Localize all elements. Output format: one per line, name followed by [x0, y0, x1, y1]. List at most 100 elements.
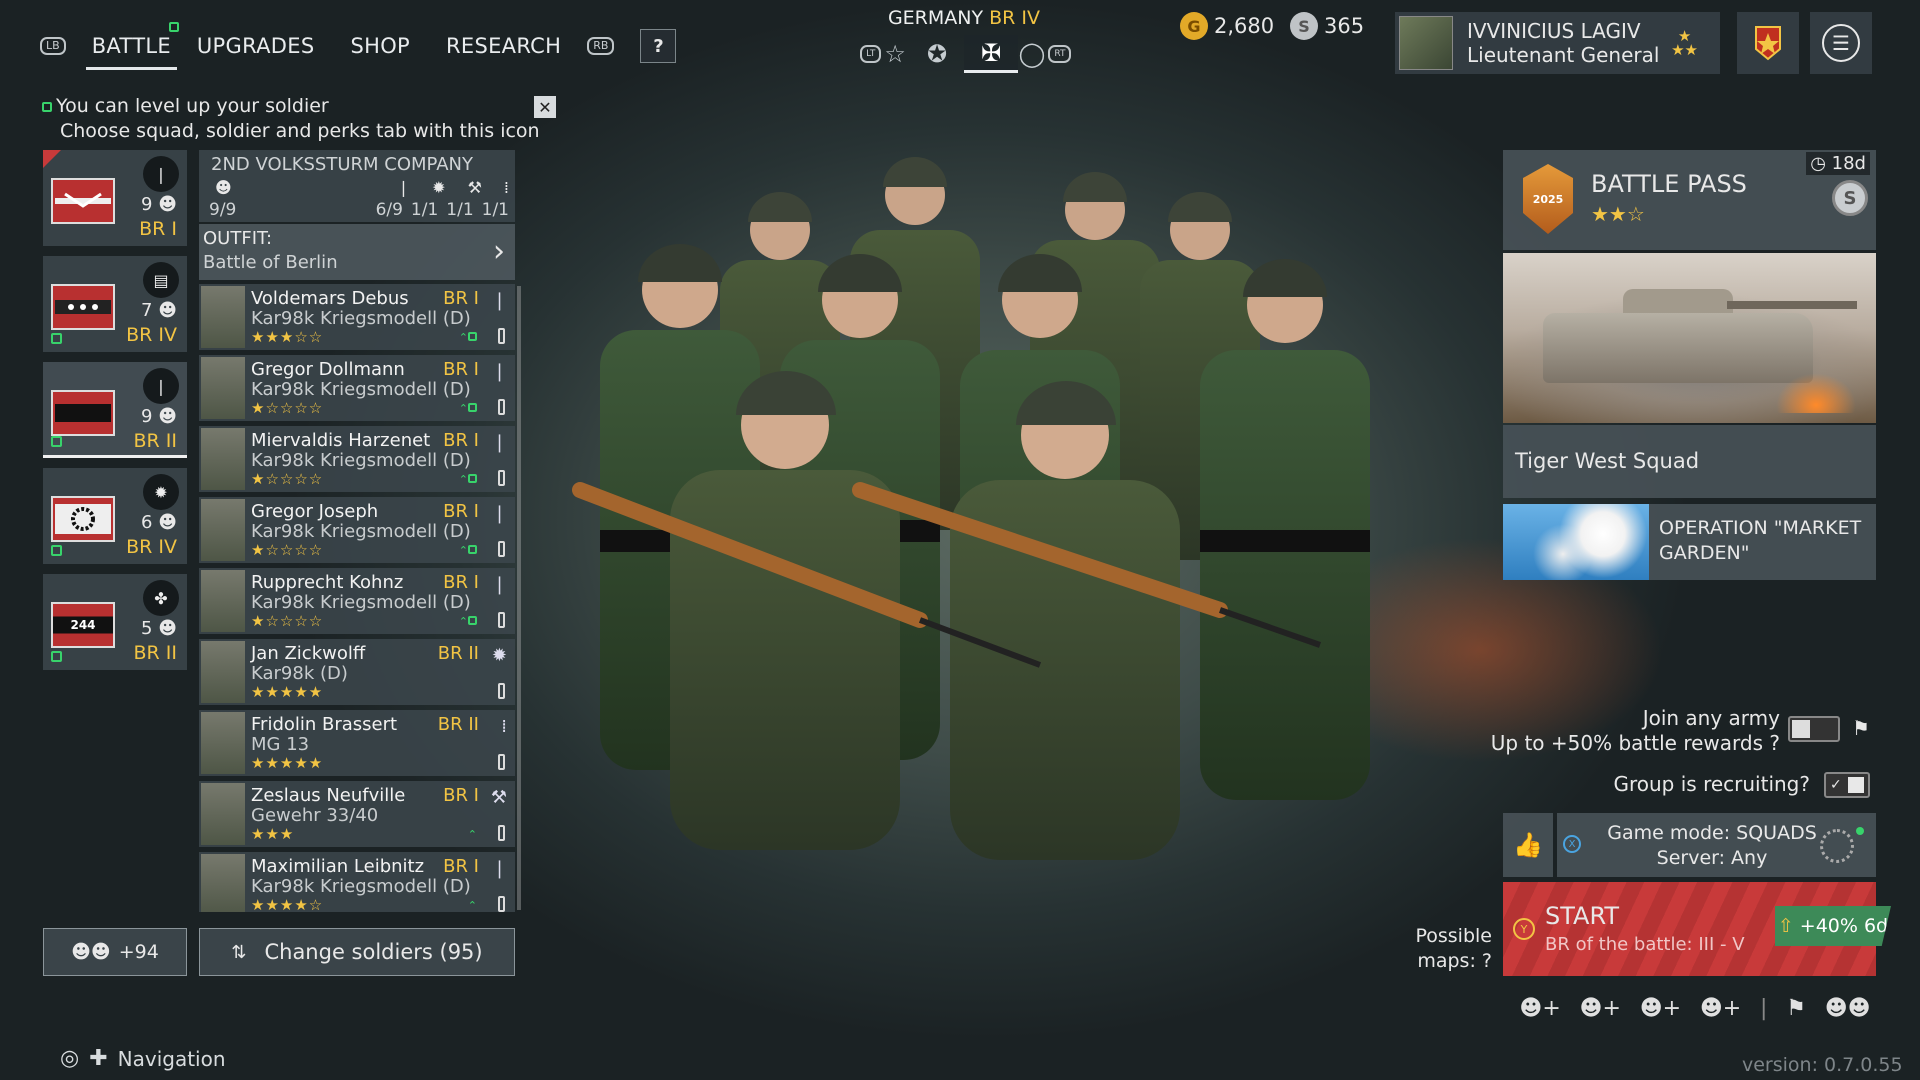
help-button[interactable]: ? — [640, 29, 677, 63]
soldier-br: BR I — [443, 359, 479, 380]
person-icon: ☻ — [158, 406, 177, 427]
change-soldiers-button[interactable]: ⇅ Change soldiers (95) — [199, 928, 515, 976]
nation-name: GERMANY — [887, 7, 984, 29]
nation-usa[interactable]: LT ☆ — [856, 35, 910, 73]
join-any-army-toggle[interactable] — [1788, 716, 1840, 742]
soldier-name: Zeslaus Neufville — [251, 785, 406, 806]
thumbs-up-icon: 👍 — [1513, 831, 1543, 859]
soldier-rank-stars: ★☆☆☆☆ — [251, 399, 324, 417]
invite-player-icon[interactable]: ☻+ — [1640, 996, 1681, 1021]
hint-close-button[interactable]: ✕ — [534, 96, 556, 118]
hint-line-1: You can level up your soldier — [56, 95, 329, 117]
like-button[interactable]: 👍 — [1503, 813, 1553, 877]
main-menu-button[interactable]: ☰ — [1810, 12, 1872, 74]
outfit-selector[interactable]: OUTFIT: Battle of Berlin › — [199, 224, 515, 280]
soldier-portrait — [201, 570, 245, 632]
operation-title-line-2: GARDEN" — [1659, 542, 1750, 564]
soldier-row[interactable]: Miervaldis Harzenet Kar98k Kriegsmodell (… — [199, 426, 515, 492]
squad-card[interactable]: ❘ 9 ☻ BR I — [43, 150, 187, 246]
toggle-knob — [1792, 720, 1810, 738]
possible-maps[interactable]: Possible maps: ? — [1410, 924, 1492, 974]
rifleman-icon: ❘ — [491, 432, 507, 453]
battle-pass-timer: ◷ 18d — [1806, 152, 1870, 175]
squad-card[interactable]: 244 ✤ 5 ☻ BR II — [43, 574, 187, 670]
battle-pass-card[interactable]: 2025 BATTLE PASS ★★☆ ◷ 18d S — [1503, 150, 1876, 250]
gold-balance[interactable]: G 2,680 — [1180, 12, 1274, 40]
ammo-indicator-icon — [498, 683, 505, 699]
chevron-right-icon: › — [493, 234, 505, 269]
squad-emblem — [51, 390, 115, 436]
soldier-row[interactable]: Fridolin Brassert MG 13 ★★★★★ BR II ⁞ — [199, 710, 515, 776]
squad-card[interactable]: ✹ 6 ☻ BR IV — [43, 468, 187, 564]
red-star-emblem-icon: ✪ — [926, 40, 948, 68]
soldier-br: BR I — [443, 856, 479, 877]
nation-germany[interactable]: ✠ — [964, 35, 1018, 73]
soldier-row[interactable]: Maximilian Leibnitz Kar98k Kriegsmodell (… — [199, 852, 515, 912]
soldier-br: BR II — [437, 643, 479, 664]
squad-invite-bar: ☻+ ☻+ ☻+ ☻+ | ⚑ ☻☻ — [1510, 996, 1880, 1021]
gold-coin-icon: G — [1180, 12, 1208, 40]
help-icon[interactable]: ? — [1799, 772, 1810, 796]
flag-icon[interactable]: ⚑ — [1786, 996, 1806, 1021]
event-card[interactable]: Tiger West Squad — [1503, 425, 1876, 498]
soldier-name: Fridolin Brassert — [251, 714, 398, 735]
friends-icon[interactable]: ☻☻ — [1825, 996, 1871, 1021]
help-icon[interactable]: ? — [1769, 731, 1780, 755]
soldier-portrait — [201, 641, 245, 703]
top-nav: LB BATTLE UPGRADES SHOP RESEARCH RB ? — [40, 22, 677, 70]
dots-emblem-icon — [55, 300, 111, 314]
squad-stat: 1/1 — [410, 200, 439, 220]
squad-size-value: 9 — [141, 406, 153, 427]
xp-boost-badge[interactable]: ⇧ +40% 6d — [1775, 906, 1891, 946]
grenadier-class-icon: ✤ — [143, 580, 179, 616]
nation-ussr[interactable]: ✪ — [910, 35, 964, 73]
ammo-indicator-icon — [498, 896, 505, 912]
soldier-row[interactable]: Voldemars Debus Kar98k Kriegsmodell (D) ★★… — [199, 284, 515, 350]
event-image[interactable] — [1503, 253, 1876, 423]
reserve-soldiers-button[interactable]: ☻☻ +94 — [43, 928, 187, 976]
group-recruiting-toggle[interactable]: ✓ — [1824, 772, 1870, 798]
silver-balance[interactable]: S 365 — [1290, 12, 1364, 40]
soldier-row[interactable]: Gregor Dollmann Kar98k Kriegsmodell (D) ★☆… — [199, 355, 515, 421]
tab-upgrades[interactable]: UPGRADES — [197, 34, 315, 58]
soldier-row[interactable]: Jan Zickwolff Kar98k (D) ★★★★★ BR II ✹ — [199, 639, 515, 705]
soldier-weapon: Kar98k Kriegsmodell (D) — [251, 308, 471, 329]
squad-card-selected[interactable]: ❘ 9 ☻ BR II — [43, 362, 187, 458]
soldier-row[interactable]: Zeslaus Neufville Gewehr 33/40 ★★★ BR I ⚒ ⌃ — [199, 781, 515, 847]
invite-player-icon[interactable]: ☻+ — [1700, 996, 1741, 1021]
soldier-portrait — [201, 854, 245, 912]
player-name: IVVINICIUS LAGIV — [1467, 19, 1641, 43]
game-mode-selector[interactable]: X Game mode: SQUADS Server: Any — [1557, 813, 1876, 877]
level-up-icon: ⌃ — [459, 331, 477, 344]
battle-pass-title: BATTLE PASS — [1591, 170, 1747, 198]
soldier-weapon: Kar98k (D) — [251, 663, 348, 684]
ammo-indicator-icon — [498, 825, 505, 841]
ammo-indicator-icon — [498, 612, 505, 628]
soldier-row[interactable]: Gregor Joseph Kar98k Kriegsmodell (D) ★☆☆☆… — [199, 497, 515, 563]
tab-research[interactable]: RESEARCH — [446, 34, 561, 58]
soldier-name: Jan Zickwolff — [251, 643, 366, 664]
lt-trigger-hint: LT — [860, 45, 882, 63]
hint-line-2: Choose squad, soldier and perks tab with… — [60, 120, 540, 142]
rifleman-icon: ❘ — [491, 290, 507, 311]
person-icon: ☻ — [158, 618, 177, 639]
achievements-button[interactable] — [1737, 12, 1799, 74]
tab-battle[interactable]: BATTLE — [85, 22, 179, 70]
soldier-weapon: Kar98k Kriegsmodell (D) — [251, 379, 471, 400]
invite-player-icon[interactable]: ☻+ — [1580, 996, 1621, 1021]
toggle-knob — [1848, 777, 1864, 793]
flamethrower-class-icon: ✹ — [143, 474, 179, 510]
operation-card[interactable]: OPERATION "MARKET GARDEN" — [1503, 504, 1876, 580]
player-profile[interactable]: IVVINICIUS LAGIV Lieutenant General ★ ★★ — [1395, 12, 1720, 74]
outfit-value: Battle of Berlin — [203, 252, 338, 273]
squad-card[interactable]: ▤ 7 ☻ BR IV — [43, 256, 187, 352]
soldier-row[interactable]: Rupprecht Kohnz Kar98k Kriegsmodell (D) ★☆… — [199, 568, 515, 634]
squad-br: BR I — [139, 218, 177, 240]
battle-pass-emblem-year: 2025 — [1532, 192, 1564, 206]
battle-br-range: BR of the battle: III - V — [1545, 934, 1745, 955]
level-up-icon: ⌃ — [459, 544, 477, 557]
tab-shop[interactable]: SHOP — [350, 34, 410, 58]
nation-japan[interactable]: ◯ RT — [1018, 35, 1072, 73]
invite-player-icon[interactable]: ☻+ — [1519, 996, 1560, 1021]
online-status-icon — [1856, 827, 1864, 835]
